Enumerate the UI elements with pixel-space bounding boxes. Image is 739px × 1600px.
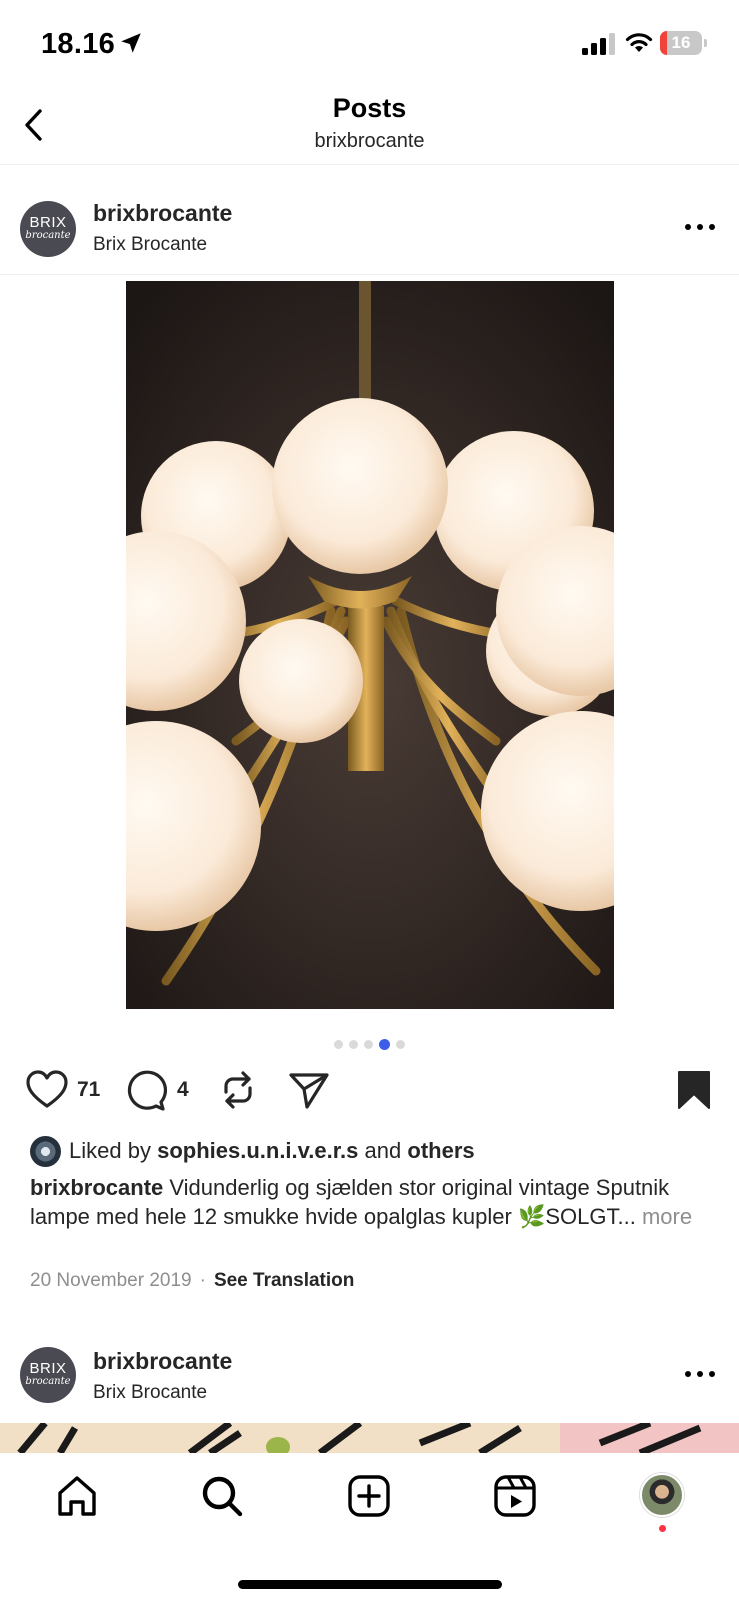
avatar-text: BRIX [29, 1360, 67, 1377]
avatar[interactable]: BRIX brocante [20, 201, 76, 257]
more-options-icon[interactable] [683, 1367, 717, 1381]
post-meta: 20 November 2019 · See Translation [30, 1270, 354, 1292]
post-display-name: Brix Brocante [93, 1382, 208, 1403]
post-header-2: BRIX brocante brixbrocante Brix Brocante [0, 1315, 739, 1423]
carousel-dot [364, 1040, 373, 1050]
status-bar: 18.16 16 [0, 0, 739, 90]
liker-avatar [30, 1136, 61, 1167]
carousel-dot [396, 1040, 405, 1050]
bottom-tab-bar [0, 1453, 739, 1600]
wifi-icon [625, 33, 653, 52]
home-indicator[interactable] [238, 1580, 502, 1589]
comment-count[interactable]: 4 [177, 1078, 189, 1102]
avatar[interactable]: BRIX brocante [20, 1347, 76, 1403]
create-icon[interactable] [346, 1473, 392, 1519]
caption-username[interactable]: brixbrocante [30, 1175, 163, 1200]
comment-icon[interactable] [125, 1068, 167, 1112]
carousel-dot-active [379, 1039, 390, 1051]
avatar-script: brocante [25, 230, 71, 241]
heart-icon[interactable] [25, 1068, 69, 1112]
liked-by-row[interactable]: Liked by sophies.u.n.i.v.e.r.s and other… [30, 1136, 720, 1168]
repost-icon[interactable] [218, 1068, 258, 1112]
profile-avatar[interactable] [640, 1473, 684, 1517]
carousel-dot [334, 1040, 343, 1050]
see-translation-link[interactable]: See Translation [214, 1270, 354, 1291]
notification-dot [659, 1525, 666, 1532]
avatar-text: BRIX [29, 214, 67, 231]
location-arrow-icon [121, 33, 141, 53]
home-icon[interactable] [54, 1473, 100, 1519]
carousel-dot [349, 1040, 358, 1050]
divider [0, 274, 739, 275]
top-nav: Posts brixbrocante [0, 90, 739, 165]
meta-separator: · [199, 1270, 206, 1291]
battery-percent: 16 [671, 33, 691, 52]
avatar-script: brocante [25, 1376, 71, 1387]
like-count[interactable]: 71 [77, 1078, 100, 1102]
post-date: 20 November 2019 [30, 1270, 192, 1291]
status-time: 18.16 [41, 28, 116, 60]
liked-by-user[interactable]: sophies.u.n.i.v.e.r.s [157, 1138, 358, 1163]
post-image-2[interactable] [0, 1423, 739, 1453]
more-options-icon[interactable] [683, 220, 717, 234]
post-header: BRIX brocante brixbrocante Brix Brocante [0, 166, 739, 274]
post-image[interactable] [126, 281, 614, 1009]
liked-by-and: and [364, 1138, 402, 1163]
post-username[interactable]: brixbrocante [93, 200, 232, 227]
liked-by-text: Liked by sophies.u.n.i.v.e.r.s and other… [69, 1138, 475, 1164]
search-icon[interactable] [199, 1473, 245, 1519]
post-username[interactable]: brixbrocante [93, 1348, 232, 1375]
bookmark-icon[interactable] [676, 1068, 712, 1112]
cellular-signal-icon [582, 33, 615, 55]
page-title: Posts [332, 93, 407, 123]
liked-by-prefix: Liked by [69, 1138, 151, 1163]
reels-icon[interactable] [492, 1473, 538, 1519]
chandelier-photo [126, 281, 614, 1009]
page-subtitle: brixbrocante [314, 130, 425, 152]
battery-icon: 16 [660, 31, 707, 55]
pattern-photo [17, 1423, 739, 1453]
send-icon[interactable] [288, 1068, 330, 1112]
liked-by-others[interactable]: others [407, 1138, 474, 1163]
post-caption: brixbrocante Vidunderlig og sjælden stor… [30, 1173, 720, 1231]
caption-more-link[interactable]: more [642, 1204, 692, 1229]
carousel-indicator [0, 1036, 739, 1051]
post-display-name: Brix Brocante [93, 234, 208, 255]
